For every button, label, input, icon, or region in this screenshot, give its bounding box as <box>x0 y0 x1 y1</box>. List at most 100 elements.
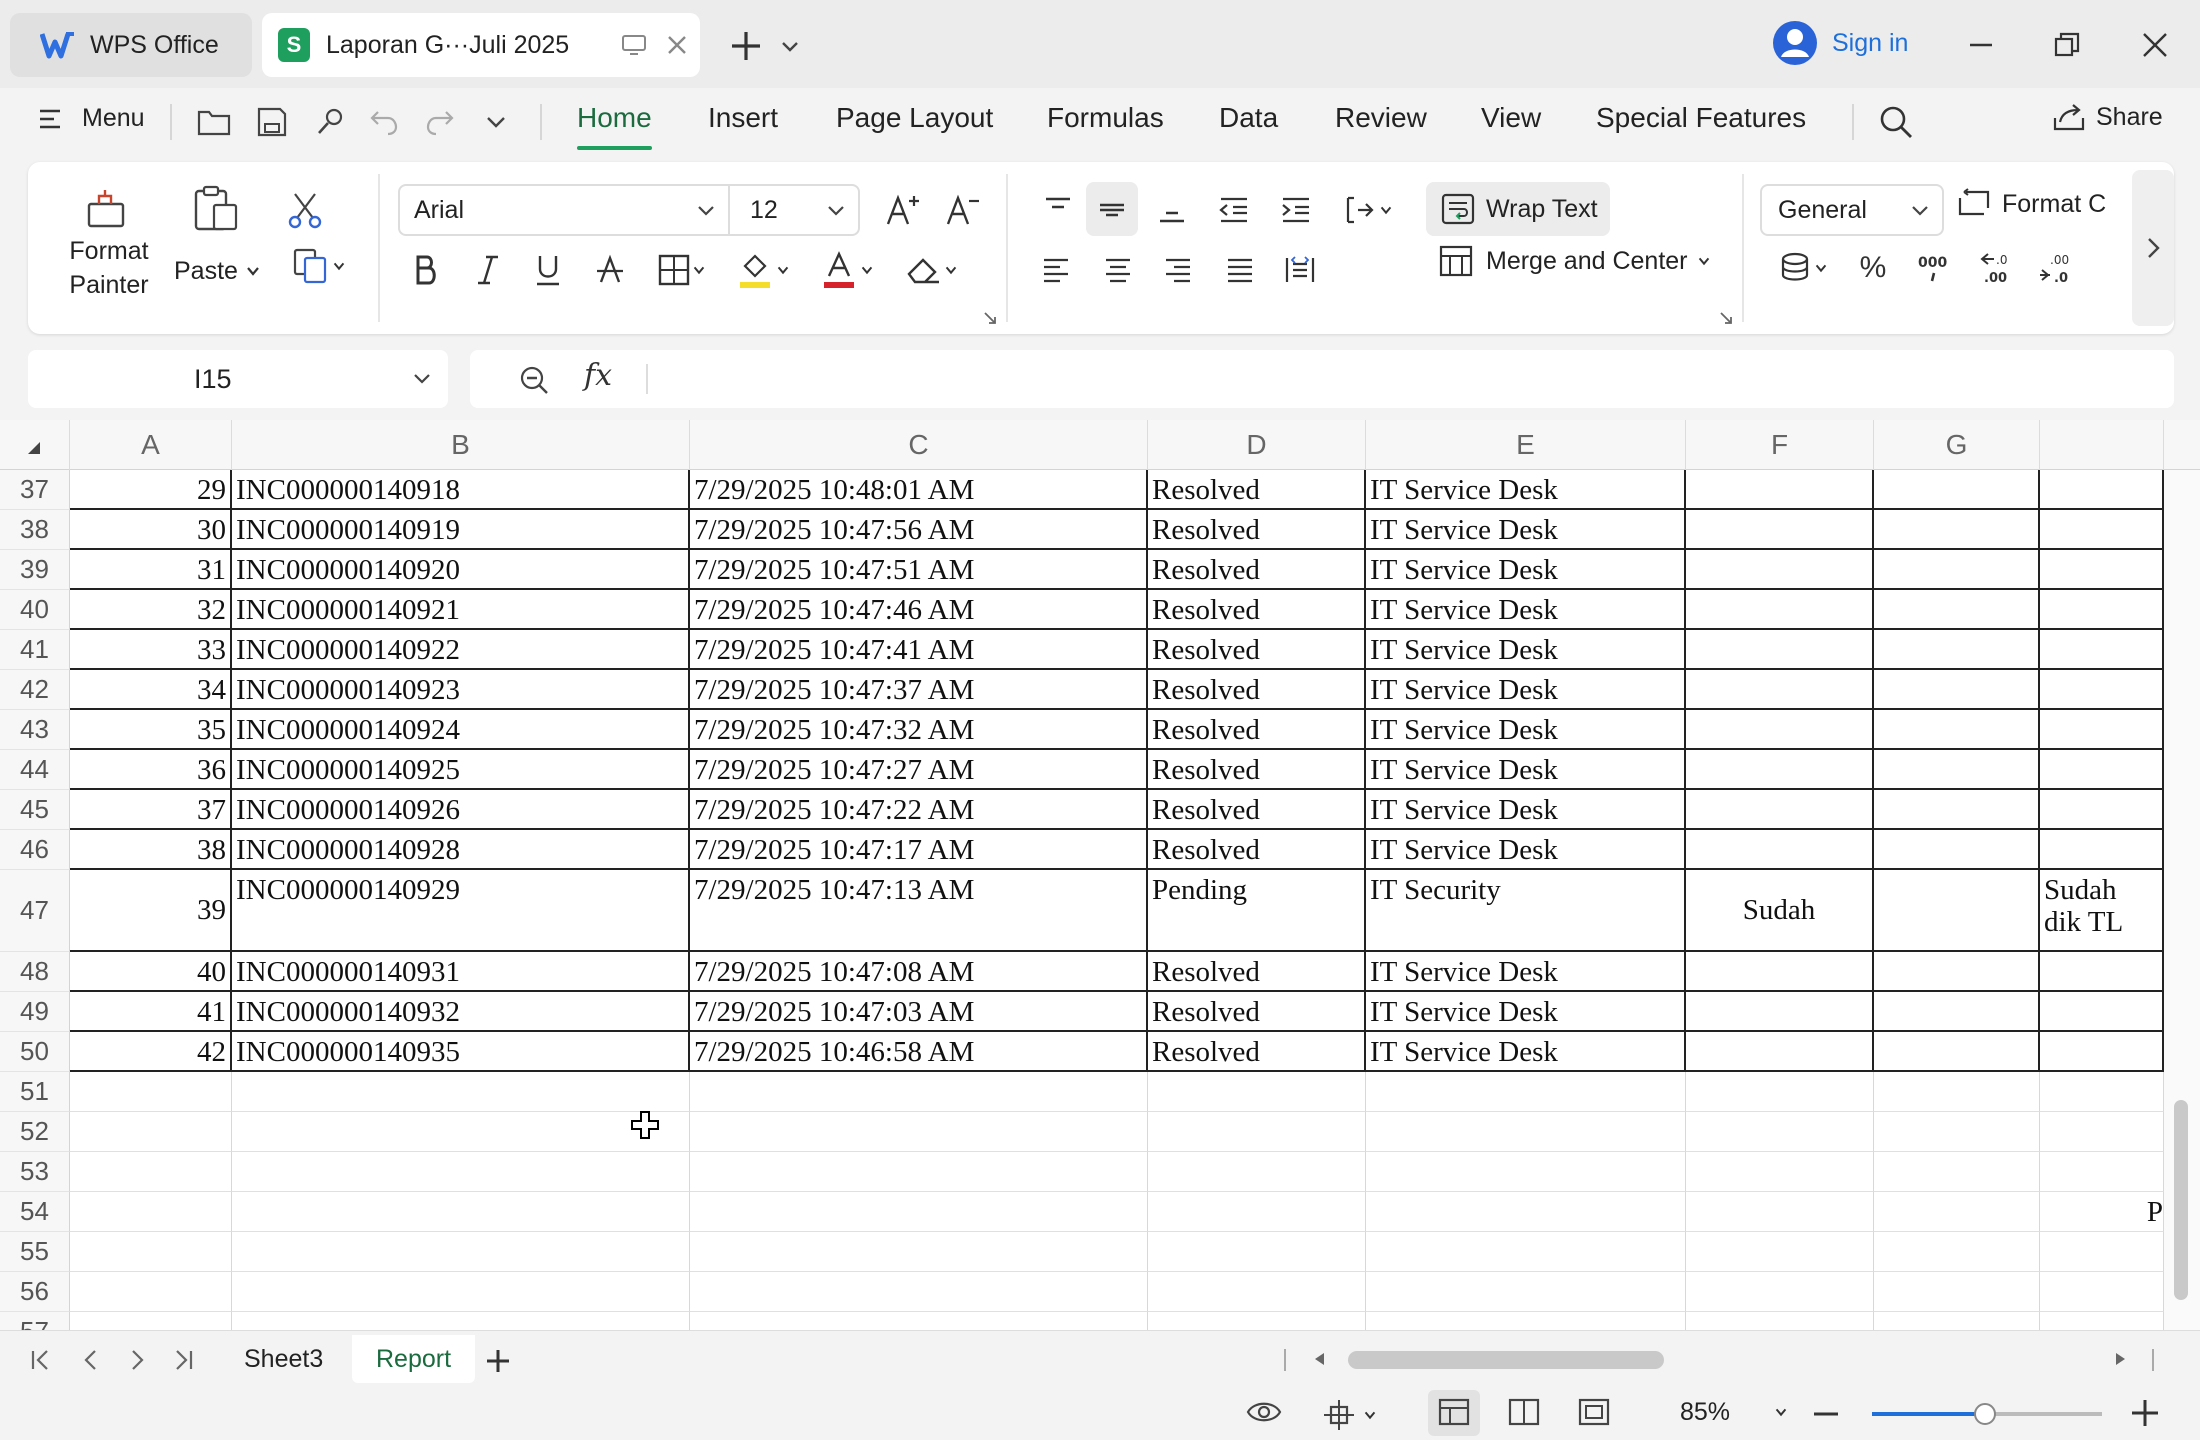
row-header[interactable]: 41 <box>0 630 70 670</box>
cell-col-e[interactable] <box>1366 1192 1686 1232</box>
zoom-out-minus-icon[interactable] <box>1812 1402 1840 1426</box>
tab-formulas[interactable]: Formulas <box>1047 102 1164 134</box>
cell-col-d[interactable]: Resolved <box>1148 470 1366 510</box>
sign-in-button[interactable]: Sign in <box>1772 20 1908 66</box>
format-brush-quick-button[interactable] <box>312 104 348 140</box>
cell-col-a[interactable]: 36 <box>70 750 232 790</box>
increase-indent-button[interactable] <box>1274 188 1318 232</box>
cell-col-e[interactable] <box>1366 1152 1686 1192</box>
row-header[interactable]: 38 <box>0 510 70 550</box>
merge-center-button[interactable]: Merge and Center <box>1438 244 1724 278</box>
paste-dropdown[interactable]: Paste <box>174 254 262 288</box>
cell-col-b[interactable]: INC000000140932 <box>232 992 690 1032</box>
cell-col-d[interactable]: Resolved <box>1148 1032 1366 1072</box>
cell-col-h[interactable] <box>2040 952 2164 992</box>
cell-col-d[interactable]: Resolved <box>1148 952 1366 992</box>
dialog-launcher-icon[interactable] <box>982 310 998 326</box>
tab-split-handle[interactable] <box>1284 1349 1286 1371</box>
page-layout-view-button[interactable] <box>1508 1398 1540 1426</box>
cell-col-h[interactable] <box>2040 1112 2164 1152</box>
row-header[interactable]: 55 <box>0 1232 70 1272</box>
cell-col-e[interactable] <box>1366 1112 1686 1152</box>
cell-col-e[interactable]: IT Service Desk <box>1366 830 1686 870</box>
cell-col-f[interactable] <box>1686 830 1874 870</box>
cell-col-c[interactable]: 7/29/2025 10:47:32 AM <box>690 710 1148 750</box>
cell-col-b[interactable] <box>232 1232 690 1272</box>
redo-button[interactable] <box>422 104 458 140</box>
justify-button[interactable] <box>1218 248 1262 292</box>
cell-col-h[interactable] <box>2040 790 2164 830</box>
row-header[interactable]: 49 <box>0 992 70 1032</box>
cell-col-e[interactable]: IT Security <box>1366 870 1686 952</box>
cell-col-b[interactable]: INC000000140925 <box>232 750 690 790</box>
cell-col-g[interactable] <box>1874 1232 2040 1272</box>
cell-col-f[interactable] <box>1686 1112 1874 1152</box>
cell-col-g[interactable] <box>1874 510 2040 550</box>
format-painter-label[interactable]: Format Painter <box>54 234 164 302</box>
cell-col-b[interactable]: INC000000140931 <box>232 952 690 992</box>
cell-col-d[interactable]: Resolved <box>1148 550 1366 590</box>
cell-col-e[interactable] <box>1366 1312 1686 1330</box>
cell-col-d[interactable] <box>1148 1112 1366 1152</box>
cell-col-g[interactable] <box>1874 790 2040 830</box>
cell-col-b[interactable]: INC000000140935 <box>232 1032 690 1072</box>
cell-col-b[interactable] <box>232 1312 690 1330</box>
cell-col-d[interactable] <box>1148 1272 1366 1312</box>
cell-col-h[interactable]: P <box>2040 1192 2164 1232</box>
align-top-button[interactable] <box>1036 188 1080 232</box>
cell-col-b[interactable]: INC000000140923 <box>232 670 690 710</box>
prev-sheet-icon[interactable] <box>78 1347 104 1373</box>
underline-button[interactable] <box>528 250 568 290</box>
row-header[interactable]: 45 <box>0 790 70 830</box>
cell-col-f[interactable] <box>1686 1072 1874 1112</box>
cell-col-g[interactable] <box>1874 870 2040 952</box>
formula-bar[interactable]: fx <box>470 350 2174 408</box>
cell-col-b[interactable]: INC000000140926 <box>232 790 690 830</box>
cell-col-d[interactable] <box>1148 1152 1366 1192</box>
cell-col-f[interactable] <box>1686 1272 1874 1312</box>
cell-col-a[interactable] <box>70 1312 232 1330</box>
cell-col-e[interactable]: IT Service Desk <box>1366 1032 1686 1072</box>
row-header[interactable]: 51 <box>0 1072 70 1112</box>
column-header-a[interactable]: A <box>70 420 232 470</box>
cell-col-b[interactable] <box>232 1072 690 1112</box>
cell-col-f[interactable]: Sudah <box>1686 870 1874 952</box>
next-sheet-icon[interactable] <box>124 1347 150 1373</box>
cell-col-f[interactable] <box>1686 710 1874 750</box>
cell-col-g[interactable] <box>1874 1032 2040 1072</box>
cell-col-b[interactable]: INC000000140918 <box>232 470 690 510</box>
cell-col-a[interactable]: 38 <box>70 830 232 870</box>
cell-col-a[interactable]: 40 <box>70 952 232 992</box>
font-color-button[interactable] <box>816 248 880 292</box>
cell-col-a[interactable]: 32 <box>70 590 232 630</box>
tab-data[interactable]: Data <box>1219 102 1278 134</box>
cell-col-c[interactable]: 7/29/2025 10:47:51 AM <box>690 550 1148 590</box>
cell-col-d[interactable]: Resolved <box>1148 590 1366 630</box>
row-header[interactable]: 42 <box>0 670 70 710</box>
fill-color-button[interactable] <box>732 248 796 292</box>
cell-col-d[interactable] <box>1148 1192 1366 1232</box>
cell-col-d[interactable]: Resolved <box>1148 992 1366 1032</box>
cell-col-c[interactable] <box>690 1192 1148 1232</box>
cell-col-c[interactable]: 7/29/2025 10:47:13 AM <box>690 870 1148 952</box>
row-header[interactable]: 44 <box>0 750 70 790</box>
new-tab-button[interactable] <box>728 24 818 68</box>
cell-col-e[interactable]: IT Service Desk <box>1366 952 1686 992</box>
minimize-button[interactable] <box>1958 22 2004 68</box>
cell-col-g[interactable] <box>1874 550 2040 590</box>
tab-wps-office[interactable]: WPS Office <box>10 13 252 77</box>
cell-col-g[interactable] <box>1874 590 2040 630</box>
cell-col-c[interactable]: 7/29/2025 10:46:58 AM <box>690 1032 1148 1072</box>
cell-col-f[interactable] <box>1686 952 1874 992</box>
cell-col-c[interactable]: 7/29/2025 10:47:56 AM <box>690 510 1148 550</box>
distributed-button[interactable] <box>1278 248 1322 292</box>
cell-col-c[interactable] <box>690 1072 1148 1112</box>
column-header-g[interactable]: G <box>1874 420 2040 470</box>
cell-col-a[interactable] <box>70 1072 232 1112</box>
cell-col-f[interactable] <box>1686 1192 1874 1232</box>
cell-col-e[interactable]: IT Service Desk <box>1366 550 1686 590</box>
cell-col-f[interactable] <box>1686 750 1874 790</box>
cell-col-c[interactable]: 7/29/2025 10:47:46 AM <box>690 590 1148 630</box>
cell-col-g[interactable] <box>1874 1072 2040 1112</box>
cell-col-e[interactable]: IT Service Desk <box>1366 670 1686 710</box>
